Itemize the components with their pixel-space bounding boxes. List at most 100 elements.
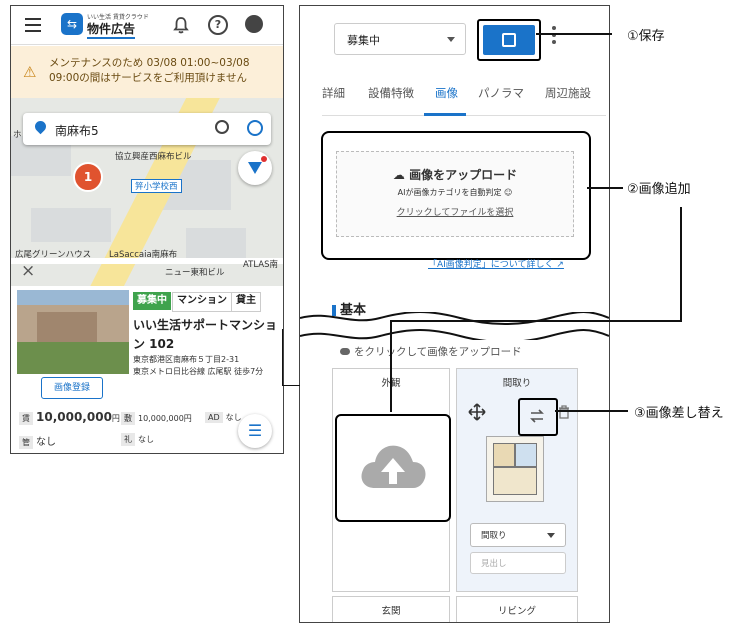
category-select[interactable]: 間取り (470, 523, 566, 547)
tab-images[interactable]: 画像 (435, 85, 458, 101)
mgmt-value: なし (36, 437, 56, 448)
move-icon[interactable] (468, 403, 486, 421)
map-label: ニュー東和ビル (165, 268, 225, 278)
upload-subtitle: AIが画像カテゴリを自動判定 ☺ (337, 187, 573, 198)
image-register-button[interactable]: 画像登録 (41, 377, 103, 399)
maintenance-notice: ⚠ メンテナンスのため 03/08 01:00~03/08 09:00の間はサー… (11, 46, 283, 98)
key-money-row: 礼なし (121, 433, 154, 446)
connector-line (587, 187, 623, 189)
app-bar: ⇆ いい生活 賃貸クラウド 物件広告 ? (11, 6, 283, 45)
help-icon[interactable]: ? (208, 15, 228, 35)
map-label: LaSaccaia南麻布 (109, 250, 178, 260)
save-icon (483, 25, 535, 55)
connector-line (390, 320, 682, 322)
type-badge: マンション (172, 292, 232, 312)
tab-details[interactable]: 詳細 (322, 85, 345, 101)
category-select-value: 間取り (481, 531, 507, 541)
cloud-upload-icon (361, 445, 426, 488)
select-file-link[interactable]: クリックしてファイルを選択 (337, 205, 573, 218)
image-slot-entrance[interactable]: 玄関 (332, 596, 450, 622)
owner-badge: 貸主 (231, 292, 261, 312)
filter-active-dot (261, 156, 267, 162)
robot-icon: ☺ (501, 188, 513, 197)
floorplan-thumbnail (486, 436, 544, 502)
upload-title-text: 画像をアップロード (409, 168, 518, 182)
image-slot-living[interactable]: リビング (456, 596, 578, 622)
upload-subtitle-text: AIが画像カテゴリを自動判定 (397, 188, 502, 197)
deposit-row: 敷 10,000,000円 (121, 412, 192, 425)
station-line: 東京メトロ日比谷線 広尾駅 徒歩7分 (133, 367, 264, 376)
status-badge: 募集中 (133, 292, 171, 310)
property-card[interactable]: 募集中 マンション 貸主 いい生活サポートマンション 102 東京都港区南麻布５… (11, 286, 283, 453)
connector-line (536, 33, 612, 35)
ad-label: AD (205, 412, 223, 423)
filter-button[interactable] (238, 151, 272, 185)
status-select[interactable]: 募集中 (334, 23, 466, 55)
rent-value: 10,000,000 (36, 410, 112, 424)
key-money-value: なし (138, 435, 154, 444)
rent-row: 賃 10,000,000円 (19, 410, 120, 425)
caption-placeholder: 見出し (481, 559, 507, 569)
chevron-down-icon (547, 533, 555, 538)
connector-line (282, 385, 300, 386)
map-block (31, 208, 111, 242)
replace-highlight (518, 398, 558, 436)
connector-line (299, 385, 300, 386)
ai-info-link[interactable]: 「AI画像判定」について詳しく ↗ (428, 257, 564, 270)
mgmt-row: 管なし (19, 433, 56, 449)
search-input[interactable]: 南麻布5 (55, 122, 99, 139)
current-location-icon[interactable] (247, 120, 263, 136)
caption-input[interactable]: 見出し (470, 552, 566, 574)
brand-title: 物件広告 (87, 20, 136, 39)
rent-unit: 円 (111, 414, 120, 423)
map-cluster-marker[interactable]: 1 (73, 162, 103, 192)
property-photo (17, 290, 129, 374)
filter-icon (248, 162, 262, 174)
upload-hint-text: をクリックして画像をアップロード (354, 346, 522, 358)
deposit-value: 10,000,000円 (138, 414, 192, 423)
swap-icon[interactable] (528, 407, 546, 425)
map-label: ATLAS南 (243, 260, 278, 270)
menu-icon[interactable] (25, 18, 41, 32)
school-marker-label: 笄小学校西 (131, 179, 182, 193)
ad-row: AD なし (205, 412, 242, 423)
status-select-value: 募集中 (347, 34, 380, 47)
deposit-label: 敷 (121, 412, 135, 425)
slot-label: 玄関 (381, 606, 401, 617)
trash-icon[interactable] (558, 405, 570, 419)
close-icon[interactable]: × (21, 261, 35, 281)
more-options-icon[interactable] (552, 26, 556, 47)
search-icon[interactable] (215, 120, 229, 134)
tab-nearby[interactable]: 周辺施設 (545, 85, 591, 101)
tab-features[interactable]: 設備特徴 (368, 85, 414, 101)
tab-panorama[interactable]: パノラマ (478, 85, 524, 101)
cloud-icon (340, 348, 350, 355)
connector-line (282, 329, 283, 386)
list-icon: ☰ (247, 421, 263, 440)
ad-value: なし (225, 413, 242, 422)
bell-icon[interactable] (171, 15, 191, 35)
ai-info-link-text: 「AI画像判定」について詳しく (428, 260, 554, 270)
connector-line (680, 207, 682, 321)
upload-hint: をクリックして画像をアップロード (340, 344, 522, 359)
property-name: いい生活サポートマンション 102 (133, 318, 278, 351)
annotation-replace-image: ③画像差し替え (634, 406, 724, 421)
chevron-down-icon (447, 37, 455, 42)
app-logo-icon: ⇆ (61, 13, 83, 35)
account-icon[interactable] (245, 15, 263, 33)
warning-icon: ⚠ (23, 63, 37, 81)
external-link-icon: ↗ (553, 260, 564, 270)
image-edit-screen: 募集中 詳細 設備特徴 画像 パノラマ 周辺施設 ☁ 画像をアップロード AIが… (299, 5, 610, 623)
upload-title: ☁ 画像をアップロード (337, 166, 573, 183)
location-search-bar[interactable]: 南麻布5 (23, 113, 271, 145)
address-line: 東京都港区南麻布５丁目2-31 (133, 355, 240, 364)
property-list-screen: ⇆ いい生活 賃貸クラウド 物件広告 ? ⚠ メンテナンスのため 03/08 0… (10, 5, 284, 454)
save-button[interactable] (477, 19, 541, 61)
property-address: 東京都港区南麻布５丁目2-31 東京メトロ日比谷線 広尾駅 徒歩7分 (133, 354, 263, 378)
mgmt-label: 管 (19, 436, 33, 449)
location-pin-icon (32, 118, 49, 135)
annotation-save: ①保存 (627, 29, 665, 44)
list-view-button[interactable]: ☰ (238, 414, 272, 448)
upload-dropzone[interactable]: ☁ 画像をアップロード AIが画像カテゴリを自動判定 ☺ クリックしてファイルを… (336, 151, 574, 237)
upload-cloud-button[interactable] (335, 414, 451, 522)
